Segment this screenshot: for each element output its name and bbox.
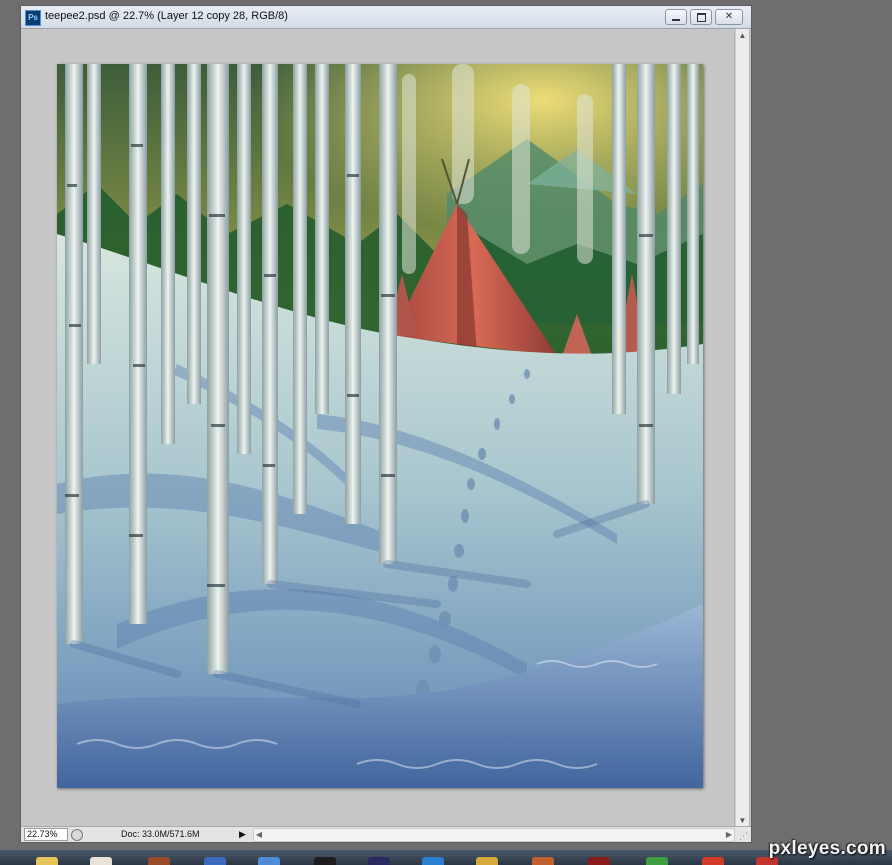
vertical-scrollbar[interactable]: ▲ ▼ — [735, 29, 749, 827]
books-icon[interactable] — [148, 857, 170, 865]
window-controls: ✕ — [665, 9, 743, 25]
premiere-icon[interactable] — [368, 857, 390, 865]
word-icon[interactable] — [204, 857, 226, 865]
maximize-icon — [697, 13, 706, 22]
baseball-icon[interactable] — [90, 857, 112, 865]
photoshop-icon[interactable] — [422, 857, 444, 865]
status-menu-arrow-icon[interactable]: ▶ — [239, 828, 249, 840]
document-title: teepee2.psd @ 22.7% (Layer 12 copy 28, R… — [45, 10, 288, 22]
document-window: Ps teepee2.psd @ 22.7% (Layer 12 copy 28… — [20, 5, 752, 843]
winter-teepee-painting — [57, 64, 703, 788]
winrar-icon[interactable] — [476, 857, 498, 865]
status-info-icon[interactable] — [71, 829, 83, 841]
minimize-icon — [672, 19, 680, 21]
sphere-icon[interactable] — [314, 857, 336, 865]
document-size-info: Doc: 33.0M/571.6M — [121, 829, 200, 839]
audition-icon[interactable] — [532, 857, 554, 865]
canvas-workspace[interactable] — [22, 29, 734, 827]
status-bar: 22.73% Doc: 33.0M/571.6M ▶ ◀ ▶ ⋰ — [21, 826, 751, 842]
calculator-icon[interactable] — [258, 857, 280, 865]
scroll-left-icon[interactable]: ◀ — [254, 829, 264, 841]
zoom-level-field[interactable]: 22.73% — [24, 828, 68, 841]
resize-grip-icon[interactable]: ⋰ — [739, 831, 749, 841]
close-icon: ✕ — [724, 11, 734, 22]
horizontal-scrollbar[interactable]: ◀ ▶ — [253, 828, 735, 842]
close-button[interactable]: ✕ — [715, 9, 743, 25]
taskbar — [0, 850, 892, 865]
site-watermark: pxleyes.com — [768, 838, 886, 859]
maximize-button[interactable] — [690, 9, 712, 25]
document-canvas-image[interactable] — [57, 64, 703, 788]
folder-icon[interactable] — [36, 857, 58, 865]
scroll-right-icon[interactable]: ▶ — [724, 829, 734, 841]
scroll-up-icon[interactable]: ▲ — [736, 29, 749, 42]
minimize-button[interactable] — [665, 9, 687, 25]
firefox-icon[interactable] — [702, 857, 724, 865]
messenger-icon[interactable] — [646, 857, 668, 865]
flash-icon[interactable] — [588, 857, 610, 865]
photoshop-app-icon: Ps — [25, 10, 41, 26]
document-titlebar[interactable]: Ps teepee2.psd @ 22.7% (Layer 12 copy 28… — [21, 6, 751, 29]
